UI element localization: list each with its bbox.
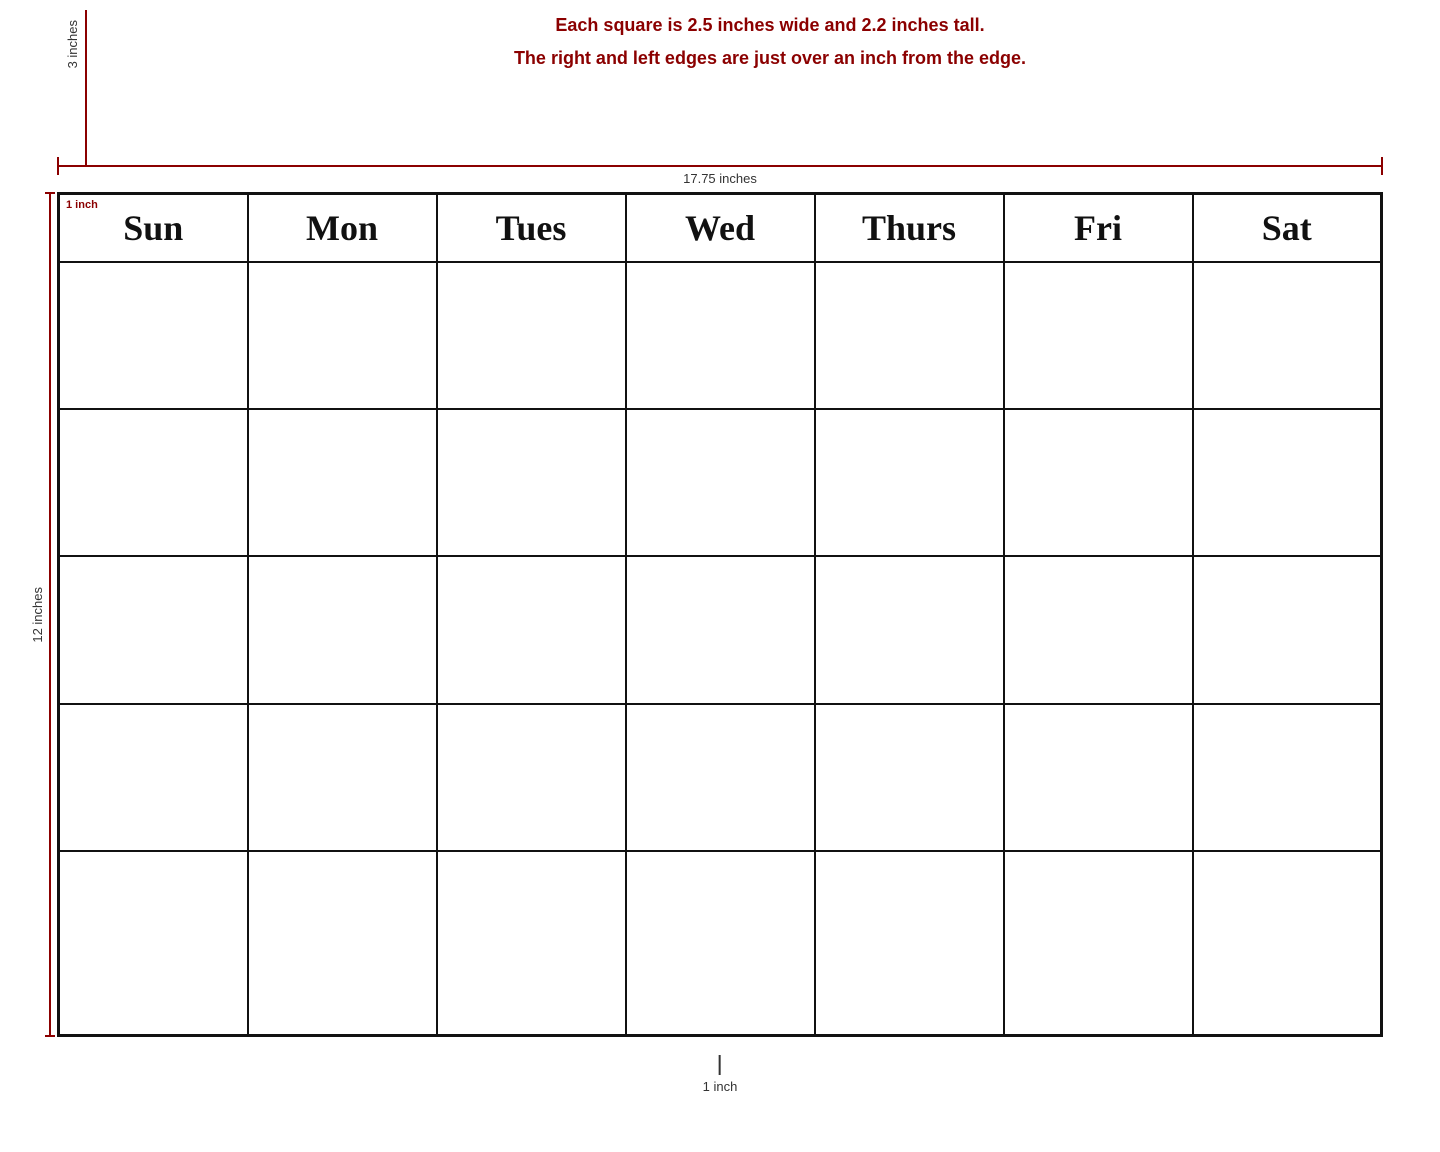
day-header-sun: 1 inch Sun bbox=[59, 194, 248, 262]
cell-r5c3 bbox=[437, 851, 626, 1035]
height-label: 12 inches bbox=[30, 587, 45, 643]
day-header-fri: Fri bbox=[1004, 194, 1193, 262]
cell-r4c4 bbox=[626, 704, 815, 851]
table-row bbox=[59, 556, 1382, 703]
cell-r2c4 bbox=[626, 409, 815, 556]
cell-r2c5 bbox=[815, 409, 1004, 556]
cell-r5c4 bbox=[626, 851, 815, 1035]
day-header-wed: Wed bbox=[626, 194, 815, 262]
corner-ruler bbox=[85, 10, 87, 165]
square-size-text: Each square is 2.5 inches wide and 2.2 i… bbox=[200, 15, 1340, 36]
header-row: 1 inch Sun Mon Tues Wed Thurs Fri Sat bbox=[59, 194, 1382, 262]
cell-r3c5 bbox=[815, 556, 1004, 703]
cell-r4c7 bbox=[1193, 704, 1382, 851]
cell-r4c2 bbox=[248, 704, 437, 851]
width-label: 17.75 inches bbox=[683, 171, 757, 186]
day-header-sat: Sat bbox=[1193, 194, 1382, 262]
cell-r3c3 bbox=[437, 556, 626, 703]
cell-r5c7 bbox=[1193, 851, 1382, 1035]
day-label-sun: Sun bbox=[123, 208, 183, 248]
cell-r3c6 bbox=[1004, 556, 1193, 703]
horizontal-ruler: 17.75 inches bbox=[57, 165, 1383, 186]
cell-r3c7 bbox=[1193, 556, 1382, 703]
cell-r2c1 bbox=[59, 409, 248, 556]
edges-text: The right and left edges are just over a… bbox=[200, 48, 1340, 69]
top-text-block: Each square is 2.5 inches wide and 2.2 i… bbox=[200, 15, 1340, 69]
bottom-inch-label: 1 inch bbox=[703, 1079, 738, 1094]
calendar-table: 1 inch Sun Mon Tues Wed Thurs Fri Sat bbox=[57, 192, 1383, 1037]
cell-r2c7 bbox=[1193, 409, 1382, 556]
cell-r1c5 bbox=[815, 262, 1004, 409]
cell-r1c4 bbox=[626, 262, 815, 409]
cell-r1c1 bbox=[59, 262, 248, 409]
left-main-ruler: 12 inches bbox=[30, 192, 51, 1037]
corner-vertical-line bbox=[85, 10, 87, 165]
cell-r1c3 bbox=[437, 262, 626, 409]
day-header-thurs: Thurs bbox=[815, 194, 1004, 262]
cell-r2c6 bbox=[1004, 409, 1193, 556]
top-left-inch-label: 1 inch bbox=[66, 199, 98, 211]
cell-r2c2 bbox=[248, 409, 437, 556]
cell-r3c4 bbox=[626, 556, 815, 703]
bottom-tick bbox=[719, 1055, 721, 1075]
cell-r4c3 bbox=[437, 704, 626, 851]
cell-r1c7 bbox=[1193, 262, 1382, 409]
table-row bbox=[59, 704, 1382, 851]
cell-r5c1 bbox=[59, 851, 248, 1035]
bottom-inch-annotation: 1 inch bbox=[703, 1055, 738, 1094]
calendar-wrapper: 1 inch Sun Mon Tues Wed Thurs Fri Sat bbox=[57, 192, 1383, 1037]
table-row bbox=[59, 851, 1382, 1035]
cell-r1c6 bbox=[1004, 262, 1193, 409]
day-header-tues: Tues bbox=[437, 194, 626, 262]
cell-r3c2 bbox=[248, 556, 437, 703]
cell-r2c3 bbox=[437, 409, 626, 556]
cell-r5c5 bbox=[815, 851, 1004, 1035]
page-wrapper: 3 inches Each square is 2.5 inches wide … bbox=[0, 0, 1440, 1152]
top-height-label: 3 inches bbox=[65, 20, 80, 68]
table-row bbox=[59, 262, 1382, 409]
table-row bbox=[59, 409, 1382, 556]
cell-r1c2 bbox=[248, 262, 437, 409]
cell-r5c6 bbox=[1004, 851, 1193, 1035]
day-header-mon: Mon bbox=[248, 194, 437, 262]
cell-r4c1 bbox=[59, 704, 248, 851]
cell-r5c2 bbox=[248, 851, 437, 1035]
cell-r4c6 bbox=[1004, 704, 1193, 851]
cell-r4c5 bbox=[815, 704, 1004, 851]
cell-r3c1 bbox=[59, 556, 248, 703]
